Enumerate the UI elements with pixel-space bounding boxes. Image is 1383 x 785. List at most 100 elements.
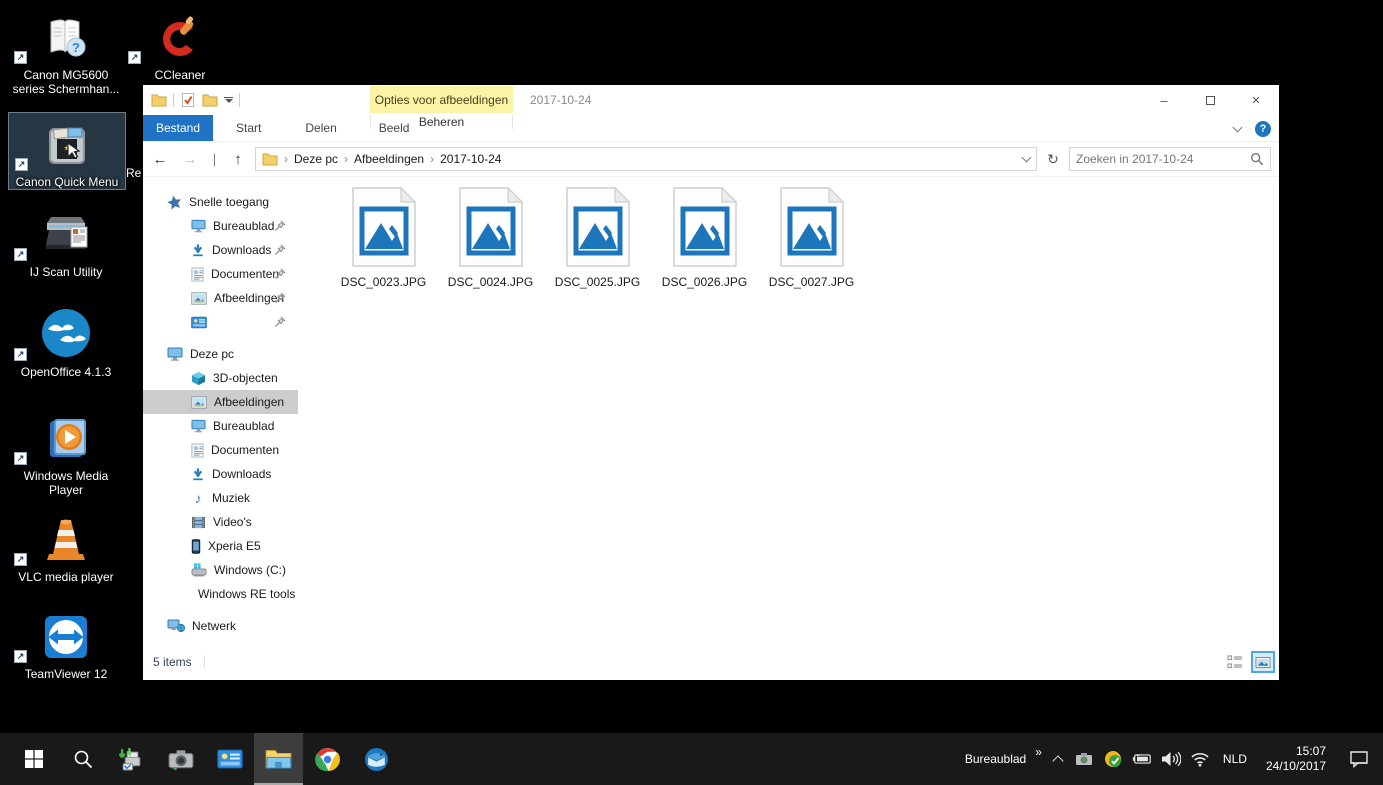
file-item[interactable]: DSC_0026.JPG [651, 187, 758, 289]
3d-objects-icon [191, 371, 206, 386]
properties-icon[interactable] [180, 92, 196, 108]
thumbnails-view-button[interactable] [1251, 651, 1275, 673]
close-button[interactable]: × [1233, 85, 1279, 115]
sidebar-item-bureaublad[interactable]: Bureaublad [143, 414, 298, 438]
sidebar-quick-access[interactable]: Snelle toegang [143, 190, 298, 214]
file-item[interactable]: DSC_0023.JPG [330, 187, 437, 289]
recent-locations-icon[interactable] [207, 153, 221, 166]
device-transfer-icon [119, 747, 144, 772]
taskbar-chrome-button[interactable] [303, 733, 352, 785]
tray-norton-icon[interactable] [1103, 749, 1123, 769]
items-count: 5 items [153, 655, 192, 669]
customize-qat-icon[interactable] [224, 96, 233, 104]
file-item[interactable]: DSC_0025.JPG [544, 187, 651, 289]
breadcrumb-current-folder[interactable]: 2017-10-24 [440, 152, 501, 166]
sidebar-item-downloads[interactable]: Downloads [143, 462, 298, 486]
sidebar-item-xperia[interactable]: Xperia E5 [143, 534, 298, 558]
taskbar-clock[interactable]: 15:07 24/10/2017 [1260, 744, 1332, 774]
expand-ribbon-icon[interactable] [1232, 122, 1243, 132]
file-name: DSC_0025.JPG [554, 275, 641, 289]
sidebar-item-videos[interactable]: Video's [143, 510, 298, 534]
file-name: DSC_0026.JPG [661, 275, 748, 289]
breadcrumb-this-pc[interactable]: Deze pc [294, 152, 338, 166]
help-icon[interactable]: ? [1255, 120, 1271, 137]
sidebar-item-downloads-qa[interactable]: Downloads [143, 238, 298, 262]
desktop-icon-ij-scan-utility[interactable]: ↗ IJ Scan Utility [8, 203, 124, 279]
details-view-button[interactable] [1223, 651, 1247, 673]
sidebar-item-afbeeldingen-qa[interactable]: Afbeeldingen [143, 286, 298, 310]
start-button[interactable] [9, 733, 58, 785]
address-bar[interactable]: › Deze pc › Afbeeldingen › 2017-10-24 [255, 147, 1037, 171]
sidebar-item-bureaublad-qa[interactable]: Bureaublad [143, 214, 298, 238]
desktop-icon-label: Canon MG5600 [23, 68, 109, 82]
file-list-area[interactable]: DSC_0023.JPG DSC_0024.JPG DSC_0025.JPG D… [298, 177, 1279, 649]
action-center-icon[interactable] [1349, 749, 1369, 769]
minimize-button[interactable]: – [1141, 85, 1187, 115]
tab-manage[interactable]: Beheren [370, 115, 513, 129]
show-hidden-icons-icon[interactable] [1052, 755, 1064, 767]
sidebar-item-windows-re[interactable]: Windows RE tools (l [143, 582, 298, 606]
search-input[interactable] [1076, 152, 1246, 166]
sidebar-item-pinned-folder[interactable] [143, 310, 298, 334]
videos-icon [191, 516, 206, 529]
taskbar-thunderbird-button[interactable] [352, 733, 401, 785]
sidebar-network[interactable]: Netwerk [143, 614, 298, 638]
maximize-button[interactable] [1187, 85, 1233, 115]
sidebar-item-3d-objects[interactable]: 3D-objecten [143, 366, 298, 390]
taskbar: Bureaublad » NLD 15:07 24/10/2017 [0, 733, 1383, 785]
tab-share[interactable]: Delen [290, 115, 351, 141]
address-dropdown-icon[interactable] [1021, 152, 1032, 163]
shortcut-arrow-icon: ↗ [14, 348, 27, 361]
sidebar-item-documenten[interactable]: Documenten [143, 438, 298, 462]
desktop-icon-ccleaner[interactable]: ↗ CCleaner [122, 6, 238, 82]
pin-icon [274, 268, 286, 280]
tray-volume-icon[interactable] [1161, 749, 1181, 769]
toolbar-overflow-icon[interactable]: » [1035, 745, 1042, 759]
desktop-toolbar-label[interactable]: Bureaublad [965, 752, 1026, 766]
this-pc-icon [167, 347, 183, 361]
tray-battery-icon[interactable] [1132, 749, 1152, 769]
sidebar-item-muziek[interactable]: ♪ Muziek [143, 486, 298, 510]
up-button[interactable]: ↑ [225, 151, 251, 168]
pin-icon [274, 316, 286, 328]
tray-wifi-icon[interactable] [1190, 749, 1210, 769]
taskbar-camera-app-button[interactable] [156, 733, 205, 785]
desktop-icon-label: OpenOffice 4.1.3 [20, 365, 112, 379]
documents-icon [191, 443, 204, 458]
new-folder-icon[interactable] [202, 93, 218, 107]
downloads-icon [191, 243, 205, 258]
tab-home[interactable]: Start [221, 115, 276, 141]
breadcrumb-pictures[interactable]: Afbeeldingen [354, 152, 424, 166]
sidebar-item-windows-c[interactable]: Windows (C:) [143, 558, 298, 582]
tab-file[interactable]: Bestand [143, 115, 214, 141]
desktop-icon-vlc[interactable]: ↗ VLC media player [8, 508, 124, 584]
forward-button[interactable]: → [177, 151, 203, 168]
taskbar-transfer-app-button[interactable] [107, 733, 156, 785]
taskbar-search-button[interactable] [58, 733, 107, 785]
sidebar-this-pc[interactable]: Deze pc [143, 342, 298, 366]
tray-camera-icon[interactable] [1074, 749, 1094, 769]
desktop-icon-wmp[interactable]: ↗ Windows Media Player [8, 407, 124, 497]
desktop-icon-teamviewer[interactable]: ↗ TeamViewer 12 [8, 605, 124, 681]
location-folder-icon [262, 152, 278, 166]
shortcut-arrow-icon: ↗ [14, 650, 27, 663]
desktop-icon-openoffice[interactable]: ↗ OpenOffice 4.1.3 [8, 303, 124, 379]
sidebar-item-afbeeldingen[interactable]: Afbeeldingen [143, 390, 298, 414]
file-name: DSC_0027.JPG [768, 275, 855, 289]
search-box[interactable] [1069, 147, 1271, 171]
back-button[interactable]: ← [147, 151, 173, 168]
taskbar-image-app-button[interactable] [205, 733, 254, 785]
wmp-icon [50, 419, 86, 457]
pin-icon [274, 244, 286, 256]
desktop-icon-canon-manual[interactable]: ? ↗ Canon MG5600 series Schermhan... [8, 6, 124, 96]
taskbar-file-explorer-button[interactable] [254, 733, 303, 785]
desktop-icon-canon-quick-menu[interactable]: ↗ Canon Quick Menu [8, 112, 126, 190]
desktop-icon [191, 419, 206, 433]
sidebar-item-documenten-qa[interactable]: Documenten [143, 262, 298, 286]
scanner-icon [46, 217, 88, 249]
language-indicator[interactable]: NLD [1219, 752, 1251, 766]
file-item[interactable]: DSC_0024.JPG [437, 187, 544, 289]
refresh-icon[interactable]: ↻ [1041, 151, 1065, 168]
file-item[interactable]: DSC_0027.JPG [758, 187, 865, 289]
window-title: 2017-10-24 [530, 93, 592, 107]
